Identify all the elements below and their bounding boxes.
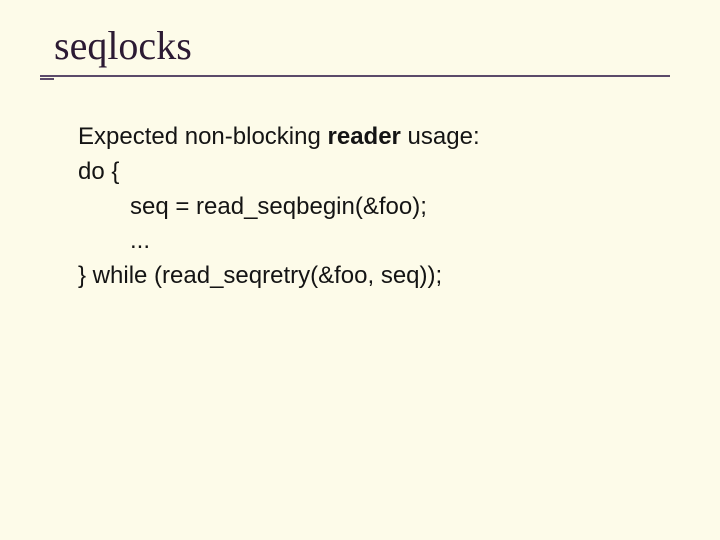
intro-prefix: Expected non-blocking [78,123,328,150]
title-underline [54,75,680,81]
intro-line: Expected non-blocking reader usage: [78,120,658,155]
intro-suffix: usage: [401,123,480,150]
code-seq: seq = read_seqbegin(&foo); [78,190,658,225]
code-ellipsis: ... [78,224,658,259]
divider-tick [40,78,54,80]
slide-title: seqlocks [54,22,680,69]
slide: seqlocks Expected non-blocking reader us… [0,0,720,540]
code-do: do { [78,155,658,190]
intro-bold: reader [328,123,401,150]
divider-line [40,75,670,77]
slide-body: Expected non-blocking reader usage: do {… [78,120,658,294]
title-block: seqlocks [54,22,680,81]
code-while: } while (read_seqretry(&foo, seq)); [78,259,658,294]
